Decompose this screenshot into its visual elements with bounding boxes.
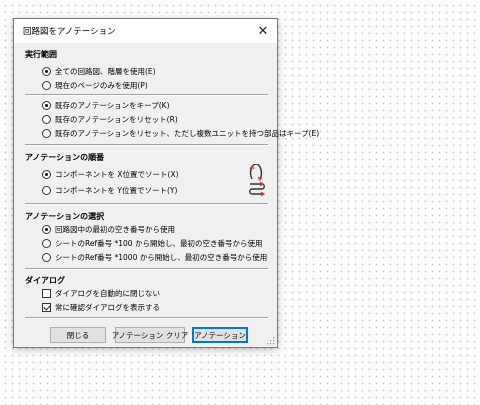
- checkbox-icon[interactable]: [42, 289, 51, 298]
- keep-dialog-open-label: ダイアログを自動的に閉じない: [55, 289, 160, 298]
- keep-dialog-open-checkbox[interactable]: ダイアログを自動的に閉じない: [42, 288, 160, 299]
- annotate-dialog: 回路図をアノテーション ✕ 実行範囲 全ての回路図、階層を使用(E) 現在のペー…: [13, 18, 319, 348]
- sheet-ref-1000-radio[interactable]: シートのRef番号 *1000 から開始し、最初の空き番号から使用: [42, 252, 267, 263]
- clear-annotation-button[interactable]: アノテーション クリア: [112, 327, 188, 343]
- sort-by-y-radio[interactable]: コンポーネントを Y位置でソート(Y): [42, 185, 177, 196]
- reset-existing-label: 既存のアノテーションをリセット(R): [55, 115, 178, 124]
- divider: [25, 317, 268, 319]
- divider: [25, 94, 268, 96]
- annotate-button[interactable]: アノテーション: [192, 327, 248, 343]
- close-icon[interactable]: ✕: [249, 19, 277, 43]
- order-header: アノテーションの順番: [25, 153, 105, 162]
- keep-existing-label: 既存のアノテーションをキープ(K): [55, 101, 170, 110]
- radio-icon[interactable]: [42, 186, 51, 195]
- scope-current-page-label: 現在のページのみを使用(P): [55, 81, 148, 90]
- radio-icon[interactable]: [42, 129, 51, 138]
- radio-icon[interactable]: [42, 67, 51, 76]
- radio-icon[interactable]: [42, 101, 51, 110]
- sort-by-x-radio[interactable]: コンポーネントを X位置でソート(X): [42, 169, 179, 180]
- dialog-options-header: ダイアログ: [25, 276, 65, 285]
- sort-by-y-icon: [249, 181, 266, 197]
- sheet-ref-100-radio[interactable]: シートのRef番号 *100 から開始し、最初の空き番号から使用: [42, 238, 262, 249]
- sheet-ref-100-label: シートのRef番号 *100 から開始し、最初の空き番号から使用: [55, 239, 263, 248]
- always-confirm-checkbox[interactable]: 常に確認ダイアログを表示する: [42, 302, 160, 313]
- divider: [25, 144, 268, 146]
- scope-all-sheets-radio[interactable]: 全ての回路図、階層を使用(E): [42, 66, 156, 77]
- first-free-number-label: 回路図中の最初の空き番号から使用: [55, 225, 175, 234]
- close-button[interactable]: 閉じる: [50, 327, 106, 343]
- scope-current-page-radio[interactable]: 現在のページのみを使用(P): [42, 80, 148, 91]
- divider: [25, 203, 268, 205]
- divider: [25, 268, 268, 270]
- reset-existing-radio[interactable]: 既存のアノテーションをリセット(R): [42, 114, 178, 125]
- sort-by-x-icon: [249, 164, 263, 182]
- resize-grip-icon[interactable]: [266, 336, 275, 345]
- radio-icon[interactable]: [42, 253, 51, 262]
- radio-icon[interactable]: [42, 115, 51, 124]
- sheet-ref-1000-label: シートのRef番号 *1000 から開始し、最初の空き番号から使用: [55, 253, 268, 262]
- scope-all-sheets-label: 全ての回路図、階層を使用(E): [55, 67, 156, 76]
- radio-icon[interactable]: [42, 170, 51, 179]
- scope-header: 実行範囲: [25, 50, 57, 59]
- reset-keep-multiunit-label: 既存のアノテーションをリセット、ただし複数ユニットを持つ部品はキープ(E): [55, 129, 320, 138]
- radio-icon[interactable]: [42, 225, 51, 234]
- radio-icon[interactable]: [42, 239, 51, 248]
- dialog-title: 回路図をアノテーション: [23, 27, 116, 37]
- sort-by-x-label: コンポーネントを X位置でソート(X): [55, 170, 179, 179]
- title-bar[interactable]: 回路図をアノテーション ✕: [14, 19, 277, 43]
- keep-existing-radio[interactable]: 既存のアノテーションをキープ(K): [42, 100, 170, 111]
- radio-icon[interactable]: [42, 81, 51, 90]
- selection-header: アノテーションの選択: [25, 212, 105, 221]
- sort-by-y-label: コンポーネントを Y位置でソート(Y): [55, 186, 178, 195]
- reset-keep-multiunit-radio[interactable]: 既存のアノテーションをリセット、ただし複数ユニットを持つ部品はキープ(E): [42, 128, 319, 139]
- always-confirm-label: 常に確認ダイアログを表示する: [55, 303, 160, 312]
- first-free-number-radio[interactable]: 回路図中の最初の空き番号から使用: [42, 224, 175, 235]
- checkbox-icon[interactable]: [42, 303, 51, 312]
